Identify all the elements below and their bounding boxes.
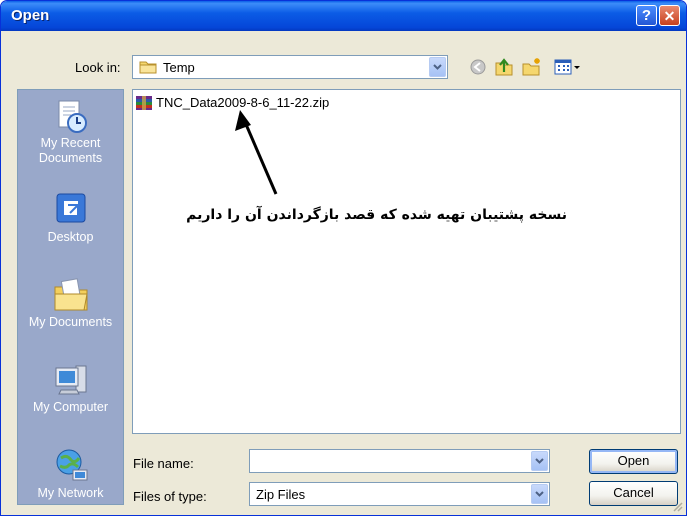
- look-in-value: Temp: [163, 60, 195, 75]
- open-button[interactable]: Open: [589, 449, 678, 474]
- desktop-icon: [56, 193, 85, 223]
- files-of-type-label: Files of type:: [133, 489, 207, 504]
- places-bar: My Recent Documents Desktop My Documents: [17, 89, 124, 505]
- title-bar[interactable]: Open ? ✕: [1, 1, 686, 31]
- file-name-input[interactable]: [252, 452, 526, 472]
- look-in-dropdown-button[interactable]: [429, 57, 446, 77]
- cancel-button[interactable]: Cancel: [589, 481, 678, 506]
- files-of-type-value: Zip Files: [256, 487, 306, 502]
- place-desktop[interactable]: Desktop: [18, 190, 123, 245]
- chevron-down-icon: [433, 64, 442, 70]
- place-label: My Documents: [28, 315, 113, 329]
- my-documents-icon: [54, 278, 88, 311]
- up-folder-icon[interactable]: [493, 57, 515, 77]
- look-in-label: Look in:: [75, 60, 121, 75]
- views-menu-icon[interactable]: [553, 57, 583, 77]
- new-folder-icon[interactable]: [521, 57, 543, 77]
- close-button[interactable]: ✕: [659, 5, 680, 26]
- annotation-arrow: [235, 110, 278, 195]
- place-label: My Recent Documents: [38, 136, 103, 165]
- recent-documents-icon: [58, 100, 87, 133]
- place-my-network[interactable]: My Network: [18, 446, 123, 501]
- place-my-documents[interactable]: My Documents: [18, 275, 123, 330]
- chevron-down-icon: [535, 458, 544, 464]
- place-label: My Network: [37, 486, 104, 500]
- chevron-down-icon: [535, 491, 544, 497]
- annotation-text: نسخه پشتیبان تهیه شده که قصد بازگرداندن …: [186, 207, 567, 223]
- resize-grip-icon[interactable]: [672, 501, 684, 513]
- open-dialog: Open ? ✕ Look in: Temp My Recent Documen…: [0, 0, 687, 516]
- dialog-title: Open: [11, 7, 50, 24]
- files-of-type-dropdown-button[interactable]: [531, 484, 548, 504]
- place-my-recent-documents[interactable]: My Recent Documents: [18, 96, 123, 166]
- file-list[interactable]: TNC_Data2009-8-6_11-22.zip نسخه پشتیبان …: [132, 89, 681, 434]
- help-button[interactable]: ?: [636, 5, 657, 26]
- file-name-dropdown-button[interactable]: [531, 451, 548, 471]
- place-my-computer[interactable]: My Computer: [18, 360, 123, 415]
- place-label: Desktop: [47, 230, 94, 244]
- my-network-icon: [56, 449, 87, 481]
- back-icon[interactable]: [467, 57, 489, 77]
- place-label: My Computer: [32, 400, 109, 414]
- look-in-combo[interactable]: Temp: [132, 55, 448, 79]
- folder-icon: [139, 61, 157, 74]
- file-name-label: File name:: [133, 456, 194, 471]
- my-computer-icon: [55, 365, 86, 395]
- files-of-type-select[interactable]: Zip Files: [249, 482, 550, 506]
- file-name-field[interactable]: [249, 449, 550, 473]
